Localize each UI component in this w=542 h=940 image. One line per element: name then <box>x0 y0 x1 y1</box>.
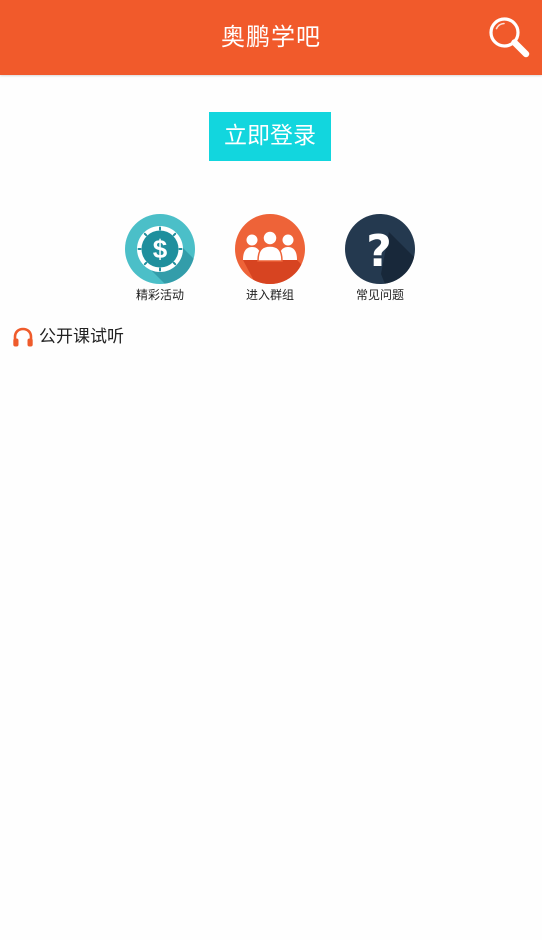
shortcut-activities[interactable]: $ 精彩活动 <box>105 214 215 306</box>
login-button[interactable]: 立即登录 <box>209 112 331 161</box>
svg-text:$: $ <box>153 234 168 264</box>
app-title: 奥鹏学吧 <box>221 23 321 51</box>
shortcut-label: 常见问题 <box>355 288 404 302</box>
question-mark-icon: ? <box>345 214 415 284</box>
group-users-icon <box>235 214 305 284</box>
shortcut-label: 精彩活动 <box>135 288 184 302</box>
dollar-coin-icon: $ <box>125 214 195 284</box>
headphones-icon <box>13 327 33 347</box>
shortcut-label: 进入群组 <box>245 288 294 302</box>
search-icon <box>489 17 530 58</box>
shortcut-groups[interactable]: 进入群组 <box>215 214 325 306</box>
svg-text:?: ? <box>366 226 392 277</box>
top-app-bar: 奥鹏学吧 <box>0 0 542 75</box>
shortcut-faq[interactable]: ? 常见问题 <box>325 214 435 306</box>
search-button[interactable] <box>486 14 532 60</box>
section-title: 公开课试听 <box>39 327 124 347</box>
